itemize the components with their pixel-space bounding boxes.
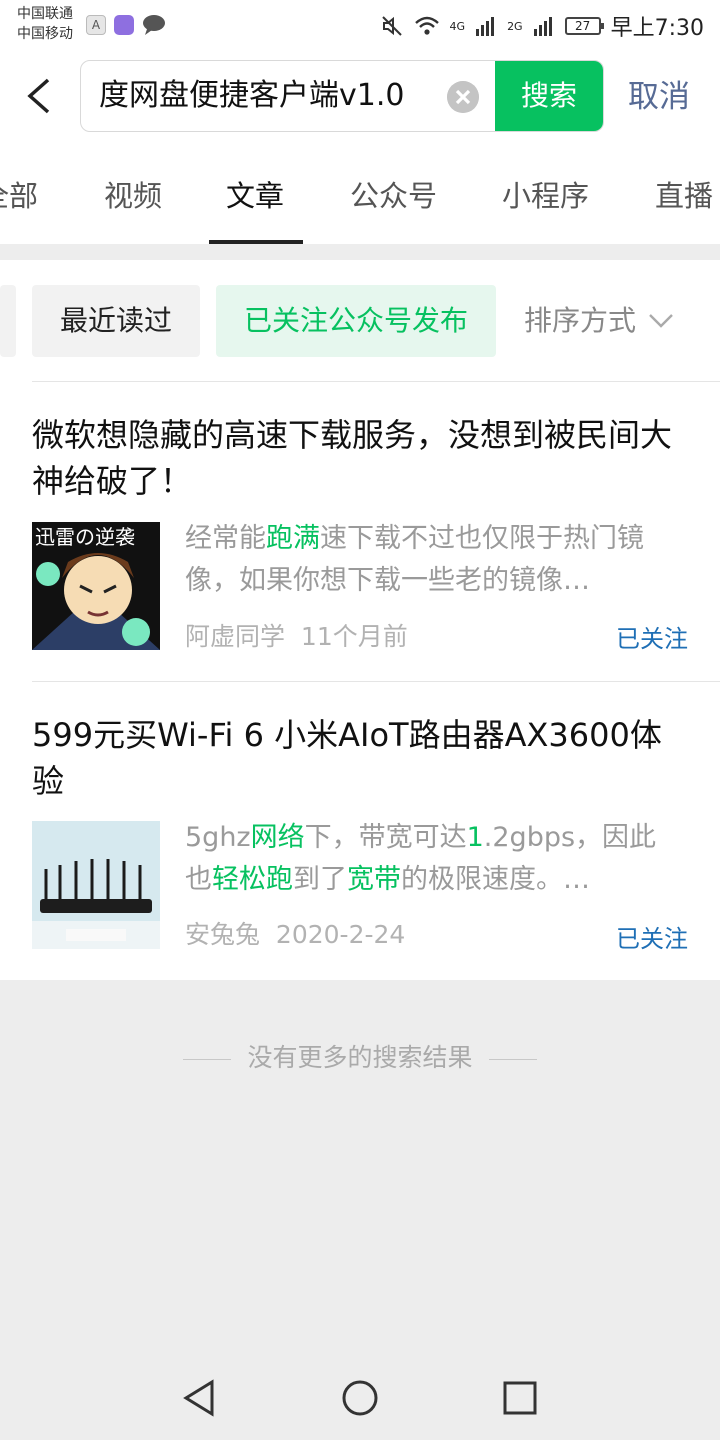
article-meta: 安兔兔 2020-2-24 — [185, 918, 405, 952]
article-thumbnail[interactable]: 迅雷の逆袭 — [32, 522, 160, 650]
search-input[interactable]: 度网盘便捷客户端v1.0 — [99, 61, 461, 131]
article-snippet: 经常能跑满速下载不过也仅限于热门镜像，如果你想下载一些老的镜像… — [185, 518, 675, 602]
snippet-text: 下，带宽可达 — [304, 822, 467, 853]
no-more-text: 没有更多的搜索结果 — [247, 1043, 473, 1072]
filter-followed-accounts[interactable]: 已关注公众号发布 — [216, 285, 496, 357]
nav-home-icon[interactable] — [340, 1378, 380, 1418]
article-time: 11个月前 — [300, 622, 408, 651]
wifi-icon — [414, 16, 439, 35]
followed-badge: 已关注 — [616, 625, 688, 653]
snippet-highlight: 宽带 — [347, 864, 401, 895]
tab-all[interactable]: 全部 — [0, 176, 38, 216]
carrier-info: 中国联通 中国移动 — [17, 4, 73, 44]
cancel-button[interactable]: 取消 — [628, 74, 690, 120]
tab-official-accounts[interactable]: 公众号 — [350, 176, 437, 216]
tab-live[interactable]: 直播 — [655, 176, 713, 216]
back-icon[interactable] — [22, 76, 56, 116]
anime-thumbnail-image: 迅雷の逆袭 — [32, 522, 160, 650]
search-button[interactable]: 搜索 — [495, 61, 603, 131]
system-navigation-bar — [0, 1360, 720, 1440]
article-title[interactable]: 599元买Wi-Fi 6 小米AIoT路由器AX3600体验 — [32, 712, 692, 804]
chat-bubble-icon — [143, 15, 165, 35]
snippet-highlight: 轻松跑 — [212, 864, 293, 895]
article-title[interactable]: 微软想隐藏的高速下载服务，没想到被民间大神给破了！ — [32, 412, 692, 504]
snippet-highlight: 1 — [466, 822, 484, 853]
article-author: 安兔兔 — [185, 920, 261, 949]
carrier-2: 中国移动 — [17, 26, 73, 42]
tab-video[interactable]: 视频 — [104, 176, 162, 216]
divider — [32, 381, 720, 382]
search-header: 度网盘便捷客户端v1.0 搜索 取消 — [0, 48, 720, 146]
router-thumbnail-image — [32, 821, 160, 949]
article-author: 阿虚同学 — [185, 622, 286, 651]
app-a-icon: A — [86, 15, 106, 35]
chevron-down-icon — [649, 314, 673, 328]
signal-icon-2 — [533, 17, 552, 36]
article-time: 2020-2-24 — [275, 920, 406, 949]
snippet-highlight: 跑满 — [266, 523, 320, 554]
article-meta: 阿虚同学 11个月前 — [185, 620, 408, 654]
signal-4g-label: 4G — [449, 19, 466, 33]
snippet-highlight: 网络 — [250, 822, 305, 853]
snippet-text: 5ghz — [185, 822, 251, 853]
mute-icon — [381, 16, 402, 36]
signal-2g-label: 2G — [507, 19, 523, 33]
results-panel: 最近读过 已关注公众号发布 排序方式 微软想隐藏的高速下载服务，没想到被民间大神… — [0, 260, 720, 980]
filter-recent-read[interactable]: 最近读过 — [32, 285, 200, 357]
section-divider — [0, 244, 720, 260]
clock: 早上7:30 — [610, 16, 704, 41]
nav-back-icon[interactable] — [180, 1378, 220, 1418]
snippet-text: 的极限速度。… — [401, 864, 590, 895]
article-snippet: 5ghz网络下，带宽可达1.2gbps，因此也轻松跑到了宽带的极限速度。… — [185, 817, 675, 901]
battery-icon: 27 — [564, 17, 604, 35]
followed-badge: 已关注 — [616, 925, 688, 953]
filter-chip-partial[interactable] — [0, 285, 16, 357]
snippet-text: 经常能 — [185, 523, 266, 554]
rule-right — [488, 1058, 537, 1060]
category-tabs: 全部 视频 文章 公众号 小程序 直播 — [0, 146, 720, 244]
nav-recents-icon[interactable] — [500, 1378, 540, 1418]
snippet-text: 到了 — [293, 864, 347, 895]
tab-articles[interactable]: 文章 — [226, 176, 284, 216]
status-right: 4G 2G 27 早上7:30 — [380, 10, 704, 42]
carrier-1: 中国联通 — [17, 6, 73, 22]
sort-dropdown[interactable]: 排序方式 — [524, 285, 674, 357]
sort-label: 排序方式 — [524, 304, 637, 337]
divider — [32, 681, 720, 682]
rule-left — [183, 1058, 232, 1060]
search-box[interactable]: 度网盘便捷客户端v1.0 搜索 — [80, 60, 604, 132]
tab-mini-programs[interactable]: 小程序 — [502, 176, 589, 216]
status-bar: 中国联通 中国移动 A 4G 2G 27 早上7:30 — [0, 0, 720, 48]
svg-text:迅雷の逆袭: 迅雷の逆袭 — [35, 525, 135, 549]
article-thumbnail[interactable] — [32, 821, 160, 949]
signal-icon — [476, 17, 495, 36]
app-notification-icon — [114, 15, 134, 35]
notification-icons: A — [86, 14, 166, 36]
no-more-results: 没有更多的搜索结果 — [0, 1040, 720, 1076]
clear-icon[interactable] — [447, 81, 479, 113]
